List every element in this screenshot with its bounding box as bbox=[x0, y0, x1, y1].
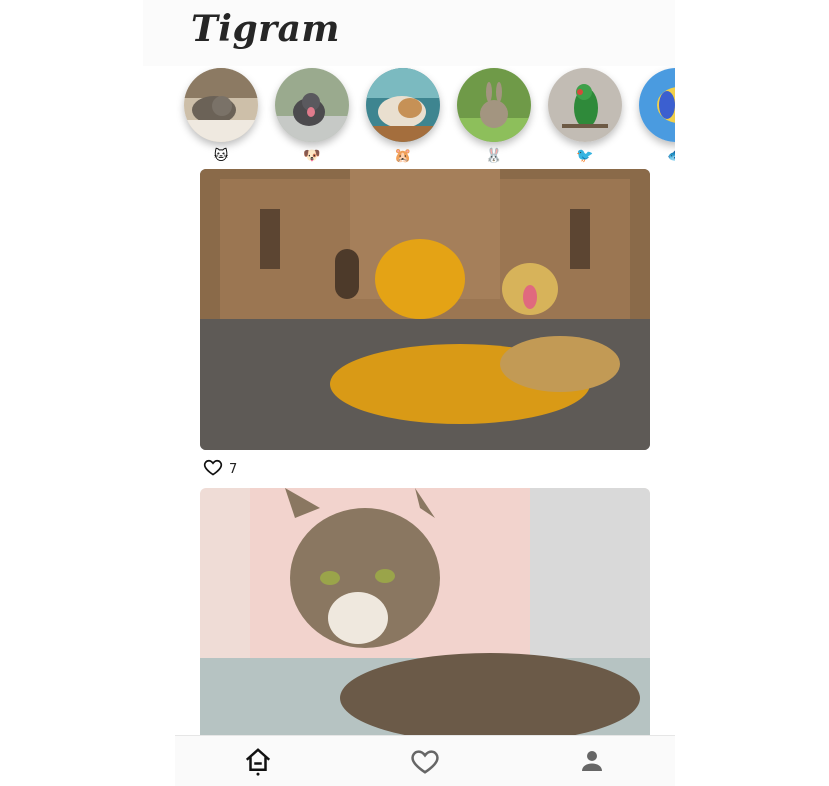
hamster-avatar[interactable] bbox=[366, 68, 440, 142]
dog-avatar[interactable] bbox=[275, 68, 349, 142]
post-image-dogs[interactable] bbox=[200, 169, 650, 450]
story-emoji: 🐦 bbox=[576, 148, 594, 164]
app-logo[interactable]: Tigram bbox=[191, 8, 340, 50]
story-emoji: 🐟 bbox=[639, 148, 675, 164]
fish-avatar[interactable] bbox=[639, 68, 675, 142]
story-hamster[interactable]: 🐹 bbox=[366, 68, 440, 168]
story-emoji: 🐱 bbox=[213, 148, 229, 164]
story-bird[interactable]: 🐦 bbox=[548, 68, 622, 168]
bird-avatar[interactable] bbox=[548, 68, 622, 142]
story-emoji: 🐶 bbox=[303, 148, 321, 164]
cat-avatar[interactable] bbox=[184, 68, 258, 142]
story-cat[interactable]: 🐱 bbox=[184, 68, 258, 168]
rabbit-avatar[interactable] bbox=[457, 68, 531, 142]
story-rabbit[interactable]: 🐰 bbox=[457, 68, 531, 168]
profile-icon[interactable] bbox=[577, 746, 607, 776]
heart-icon[interactable] bbox=[203, 457, 223, 481]
heart-icon[interactable] bbox=[410, 746, 440, 776]
story-dog[interactable]: 🐶 bbox=[275, 68, 349, 168]
app-header: Tigram bbox=[143, 0, 675, 66]
home-icon[interactable] bbox=[243, 746, 273, 776]
post-actions: 7 bbox=[203, 458, 237, 480]
story-fish[interactable]: 🐟 bbox=[639, 68, 675, 168]
story-emoji: 🐰 bbox=[485, 148, 503, 164]
story-emoji: 🐹 bbox=[394, 148, 412, 164]
stories-bar: 🐱 🐶 🐹 🐰 🐦 bbox=[175, 66, 675, 170]
post-image-cat[interactable] bbox=[200, 488, 650, 735]
bottom-nav bbox=[175, 735, 675, 786]
like-count: 7 bbox=[229, 461, 238, 477]
